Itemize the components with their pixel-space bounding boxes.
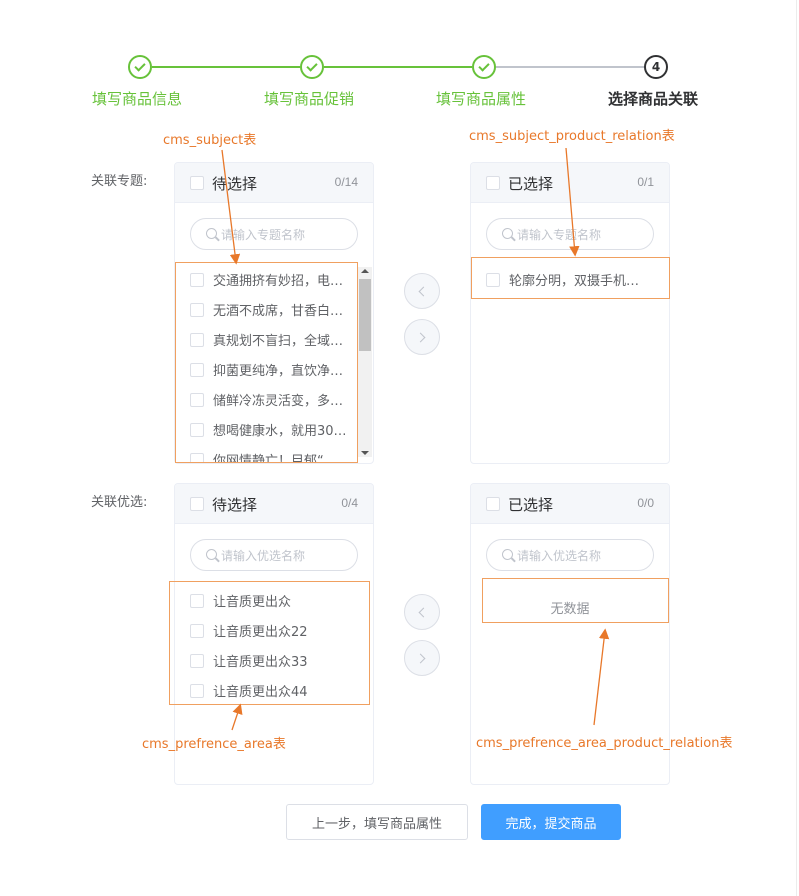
step-1-check-icon	[128, 55, 152, 79]
step-2-check-icon	[300, 55, 324, 79]
panel-count: 0/0	[637, 496, 654, 510]
panel-title: 已选择	[508, 175, 554, 193]
annotation-box-prefrence-relation	[482, 578, 669, 623]
annotation-box-prefrence-area	[169, 581, 370, 705]
search-placeholder: 请输入专题名称	[221, 228, 306, 242]
panel-title: 待选择	[212, 496, 258, 514]
step-2-title: 填写商品促销	[264, 90, 355, 108]
scroll-up-arrow-icon[interactable]	[361, 269, 369, 273]
panel-count: 0/1	[637, 175, 654, 189]
subject-selected-search-input[interactable]: 请输入专题名称	[486, 218, 654, 250]
panel-title: 待选择	[212, 175, 258, 193]
step-connector	[324, 66, 472, 68]
annotation-subject-relation-table: cms_subject_product_relation表	[469, 129, 675, 144]
step-4-title: 选择商品关联	[608, 90, 699, 108]
step-connector	[152, 66, 300, 68]
step-connector	[496, 66, 644, 68]
subject-selected-panel: 已选择 0/1 请输入专题名称 轮廓分明，双摄手机映…	[470, 162, 670, 464]
chevron-left-icon	[418, 607, 429, 617]
prev-step-button[interactable]: 上一步，填写商品属性	[286, 804, 468, 840]
annotation-subject-table: cms_subject表	[163, 133, 257, 148]
search-placeholder: 请输入专题名称	[517, 228, 602, 242]
preference-selected-search-input[interactable]: 请输入优选名称	[486, 539, 654, 571]
panel-title: 已选择	[508, 496, 554, 514]
page-edge-divider	[796, 0, 797, 896]
annotation-arrows	[221, 147, 610, 731]
select-all-checkbox[interactable]	[486, 497, 500, 511]
search-placeholder: 请输入优选名称	[517, 549, 602, 563]
scroll-thumb[interactable]	[359, 279, 371, 351]
annotation-box-subject-relation	[471, 257, 670, 299]
step-3-check-icon	[472, 55, 496, 79]
list-scrollbar[interactable]	[358, 267, 372, 457]
product-relation-page: 4 填写商品信息 填写商品促销 填写商品属性 选择商品关联 关联专题: 关联优选…	[0, 0, 799, 896]
search-icon	[206, 228, 217, 239]
select-all-checkbox[interactable]	[190, 176, 204, 190]
select-all-checkbox[interactable]	[486, 176, 500, 190]
select-all-checkbox[interactable]	[190, 497, 204, 511]
panel-count: 0/4	[341, 496, 358, 510]
subject-search-input[interactable]: 请输入专题名称	[190, 218, 358, 250]
search-placeholder: 请输入优选名称	[221, 549, 306, 563]
preference-search-input[interactable]: 请输入优选名称	[190, 539, 358, 571]
move-left-button[interactable]	[404, 594, 440, 630]
chevron-right-icon	[415, 653, 426, 663]
panel-header: 待选择 0/14	[175, 163, 373, 203]
step-1-title: 填写商品信息	[92, 90, 183, 108]
annotation-prefrence-area-table: cms_prefrence_area表	[142, 737, 286, 752]
scroll-down-arrow-icon[interactable]	[361, 451, 369, 455]
preference-label: 关联优选:	[91, 495, 148, 510]
search-icon	[502, 228, 513, 239]
move-left-button[interactable]	[404, 273, 440, 309]
panel-count: 0/14	[334, 175, 358, 189]
step-3-title: 填写商品属性	[436, 90, 527, 108]
chevron-right-icon	[415, 332, 426, 342]
search-icon	[206, 549, 217, 560]
subject-label: 关联专题:	[91, 174, 148, 189]
panel-header: 已选择 0/0	[471, 484, 669, 524]
search-icon	[502, 549, 513, 560]
move-right-button[interactable]	[404, 319, 440, 355]
submit-product-button[interactable]: 完成，提交商品	[481, 804, 621, 840]
annotation-prefrence-relation-table: cms_prefrence_area_product_relation表	[476, 736, 733, 751]
panel-header: 待选择 0/4	[175, 484, 373, 524]
step-4-number: 4	[644, 55, 668, 79]
chevron-left-icon	[418, 286, 429, 296]
move-right-button[interactable]	[404, 640, 440, 676]
annotation-box-subject	[175, 262, 358, 463]
panel-header: 已选择 0/1	[471, 163, 669, 203]
